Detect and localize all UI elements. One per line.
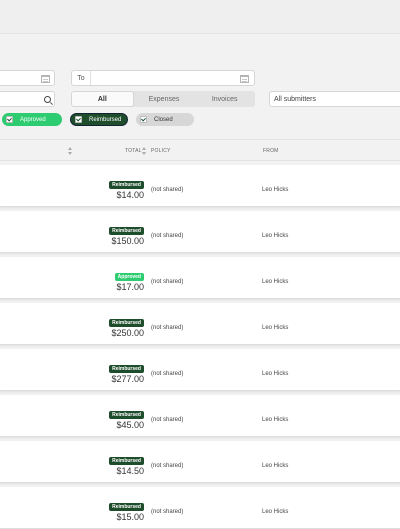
table-row[interactable]: Approved $17.00 (not shared) Leo Hicks: [0, 257, 400, 299]
table-row[interactable]: Reimbursed $15.00 (not shared) Leo Hicks: [0, 487, 400, 529]
amount: $17.00: [116, 282, 144, 292]
amount: $150.00: [111, 236, 144, 246]
header-total[interactable]: TOTAL: [125, 148, 142, 154]
status-badge: Reimbursed: [109, 457, 144, 465]
policy: (not shared): [151, 509, 184, 515]
table-row[interactable]: Reimbursed $150.00 (not shared) Leo Hick…: [0, 211, 400, 253]
table-header: TOTAL POLICY FROM: [0, 139, 400, 161]
status-badge: Reimbursed: [109, 227, 144, 235]
submitters-value: All submitters: [274, 95, 317, 103]
segment-expenses[interactable]: Expenses: [134, 91, 195, 107]
calendar-icon[interactable]: [41, 75, 50, 83]
pill-label: Approved: [20, 116, 46, 123]
checkbox-icon[interactable]: [6, 116, 13, 123]
segment-invoices[interactable]: Invoices: [194, 91, 255, 107]
policy: (not shared): [151, 463, 184, 469]
submitter: Leo Hicks: [262, 463, 289, 469]
to-date-input[interactable]: To: [71, 70, 255, 86]
submitters-select[interactable]: All submitters: [269, 91, 400, 107]
submitter: Leo Hicks: [262, 279, 289, 285]
submitter: Leo Hicks: [262, 325, 289, 331]
table-row[interactable]: Reimbursed $277.00 (not shared) Leo Hick…: [0, 349, 400, 391]
header-from[interactable]: FROM: [263, 148, 279, 154]
type-segmented-control: All Expenses Invoices: [71, 91, 255, 107]
checkbox-icon[interactable]: [140, 116, 147, 123]
policy: (not shared): [151, 325, 184, 331]
amount: $14.50: [116, 466, 144, 476]
header-policy[interactable]: POLICY: [151, 148, 171, 154]
amount: $250.00: [111, 328, 144, 338]
table-row[interactable]: Reimbursed $14.00 (not shared) Leo Hicks: [0, 165, 400, 207]
search-input[interactable]: [0, 91, 55, 107]
table-row[interactable]: Reimbursed $14.50 (not shared) Leo Hicks: [0, 441, 400, 483]
sort-icon[interactable]: [142, 147, 146, 155]
status-badge: Reimbursed: [109, 411, 144, 419]
reimbursed-filter-pill[interactable]: Reimbursed: [70, 113, 128, 126]
amount: $15.00: [116, 512, 144, 522]
status-badge: Reimbursed: [109, 319, 144, 327]
sort-icon[interactable]: [68, 147, 72, 155]
approved-filter-pill[interactable]: Approved: [2, 113, 62, 126]
policy: (not shared): [151, 187, 184, 193]
amount: $45.00: [116, 420, 144, 430]
search-icon[interactable]: [44, 96, 51, 103]
from-date-input[interactable]: [0, 70, 55, 86]
segment-all[interactable]: All: [71, 91, 134, 107]
policy: (not shared): [151, 371, 184, 377]
policy: (not shared): [151, 417, 184, 423]
submitter: Leo Hicks: [262, 417, 289, 423]
amount: $277.00: [111, 374, 144, 384]
calendar-icon[interactable]: [240, 75, 249, 83]
status-badge: Reimbursed: [109, 503, 144, 511]
table-row[interactable]: Reimbursed $45.00 (not shared) Leo Hicks: [0, 395, 400, 437]
to-label: To: [72, 71, 91, 85]
amount: $14.00: [116, 190, 144, 200]
submitter: Leo Hicks: [262, 371, 289, 377]
closed-filter-pill[interactable]: Closed: [136, 113, 194, 126]
checkbox-icon[interactable]: [75, 116, 82, 123]
pill-label: Closed: [154, 116, 173, 123]
top-bar: [0, 0, 400, 34]
policy: (not shared): [151, 233, 184, 239]
submitter: Leo Hicks: [262, 187, 289, 193]
pill-label: Reimbursed: [89, 116, 122, 123]
status-badge: Reimbursed: [109, 365, 144, 373]
status-badge: Approved: [114, 273, 144, 281]
status-badge: Reimbursed: [109, 181, 144, 189]
policy: (not shared): [151, 279, 184, 285]
submitter: Leo Hicks: [262, 233, 289, 239]
table-row[interactable]: Reimbursed $250.00 (not shared) Leo Hick…: [0, 303, 400, 345]
submitter: Leo Hicks: [262, 509, 289, 515]
